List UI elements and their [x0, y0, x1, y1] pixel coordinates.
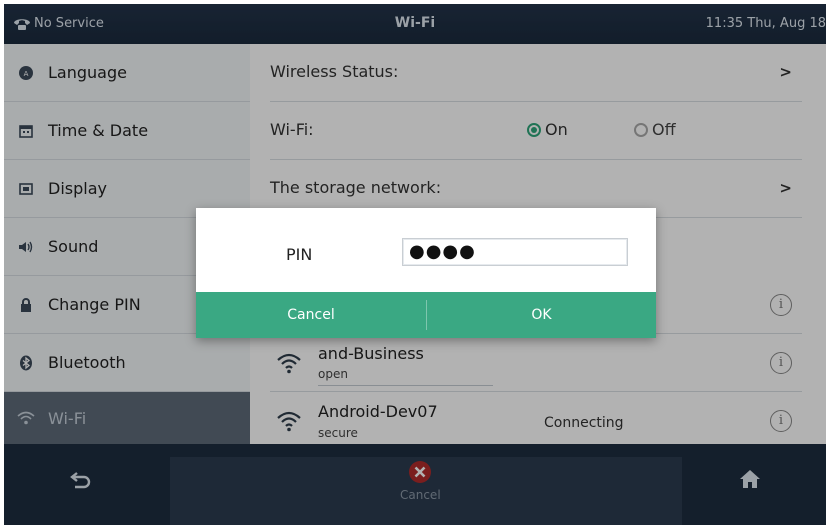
cancel-button[interactable]: Cancel: [196, 292, 426, 338]
pin-label: PIN: [286, 245, 313, 264]
phone-screen: No Service Wi-Fi 11:35 Thu, Aug 18 A Lan…: [4, 4, 826, 525]
dialog-button-bar: Cancel OK: [196, 292, 656, 338]
pin-dialog: PIN ●●●● Cancel OK: [196, 208, 656, 338]
pin-input[interactable]: ●●●●: [402, 238, 628, 266]
ok-button[interactable]: OK: [427, 292, 656, 338]
